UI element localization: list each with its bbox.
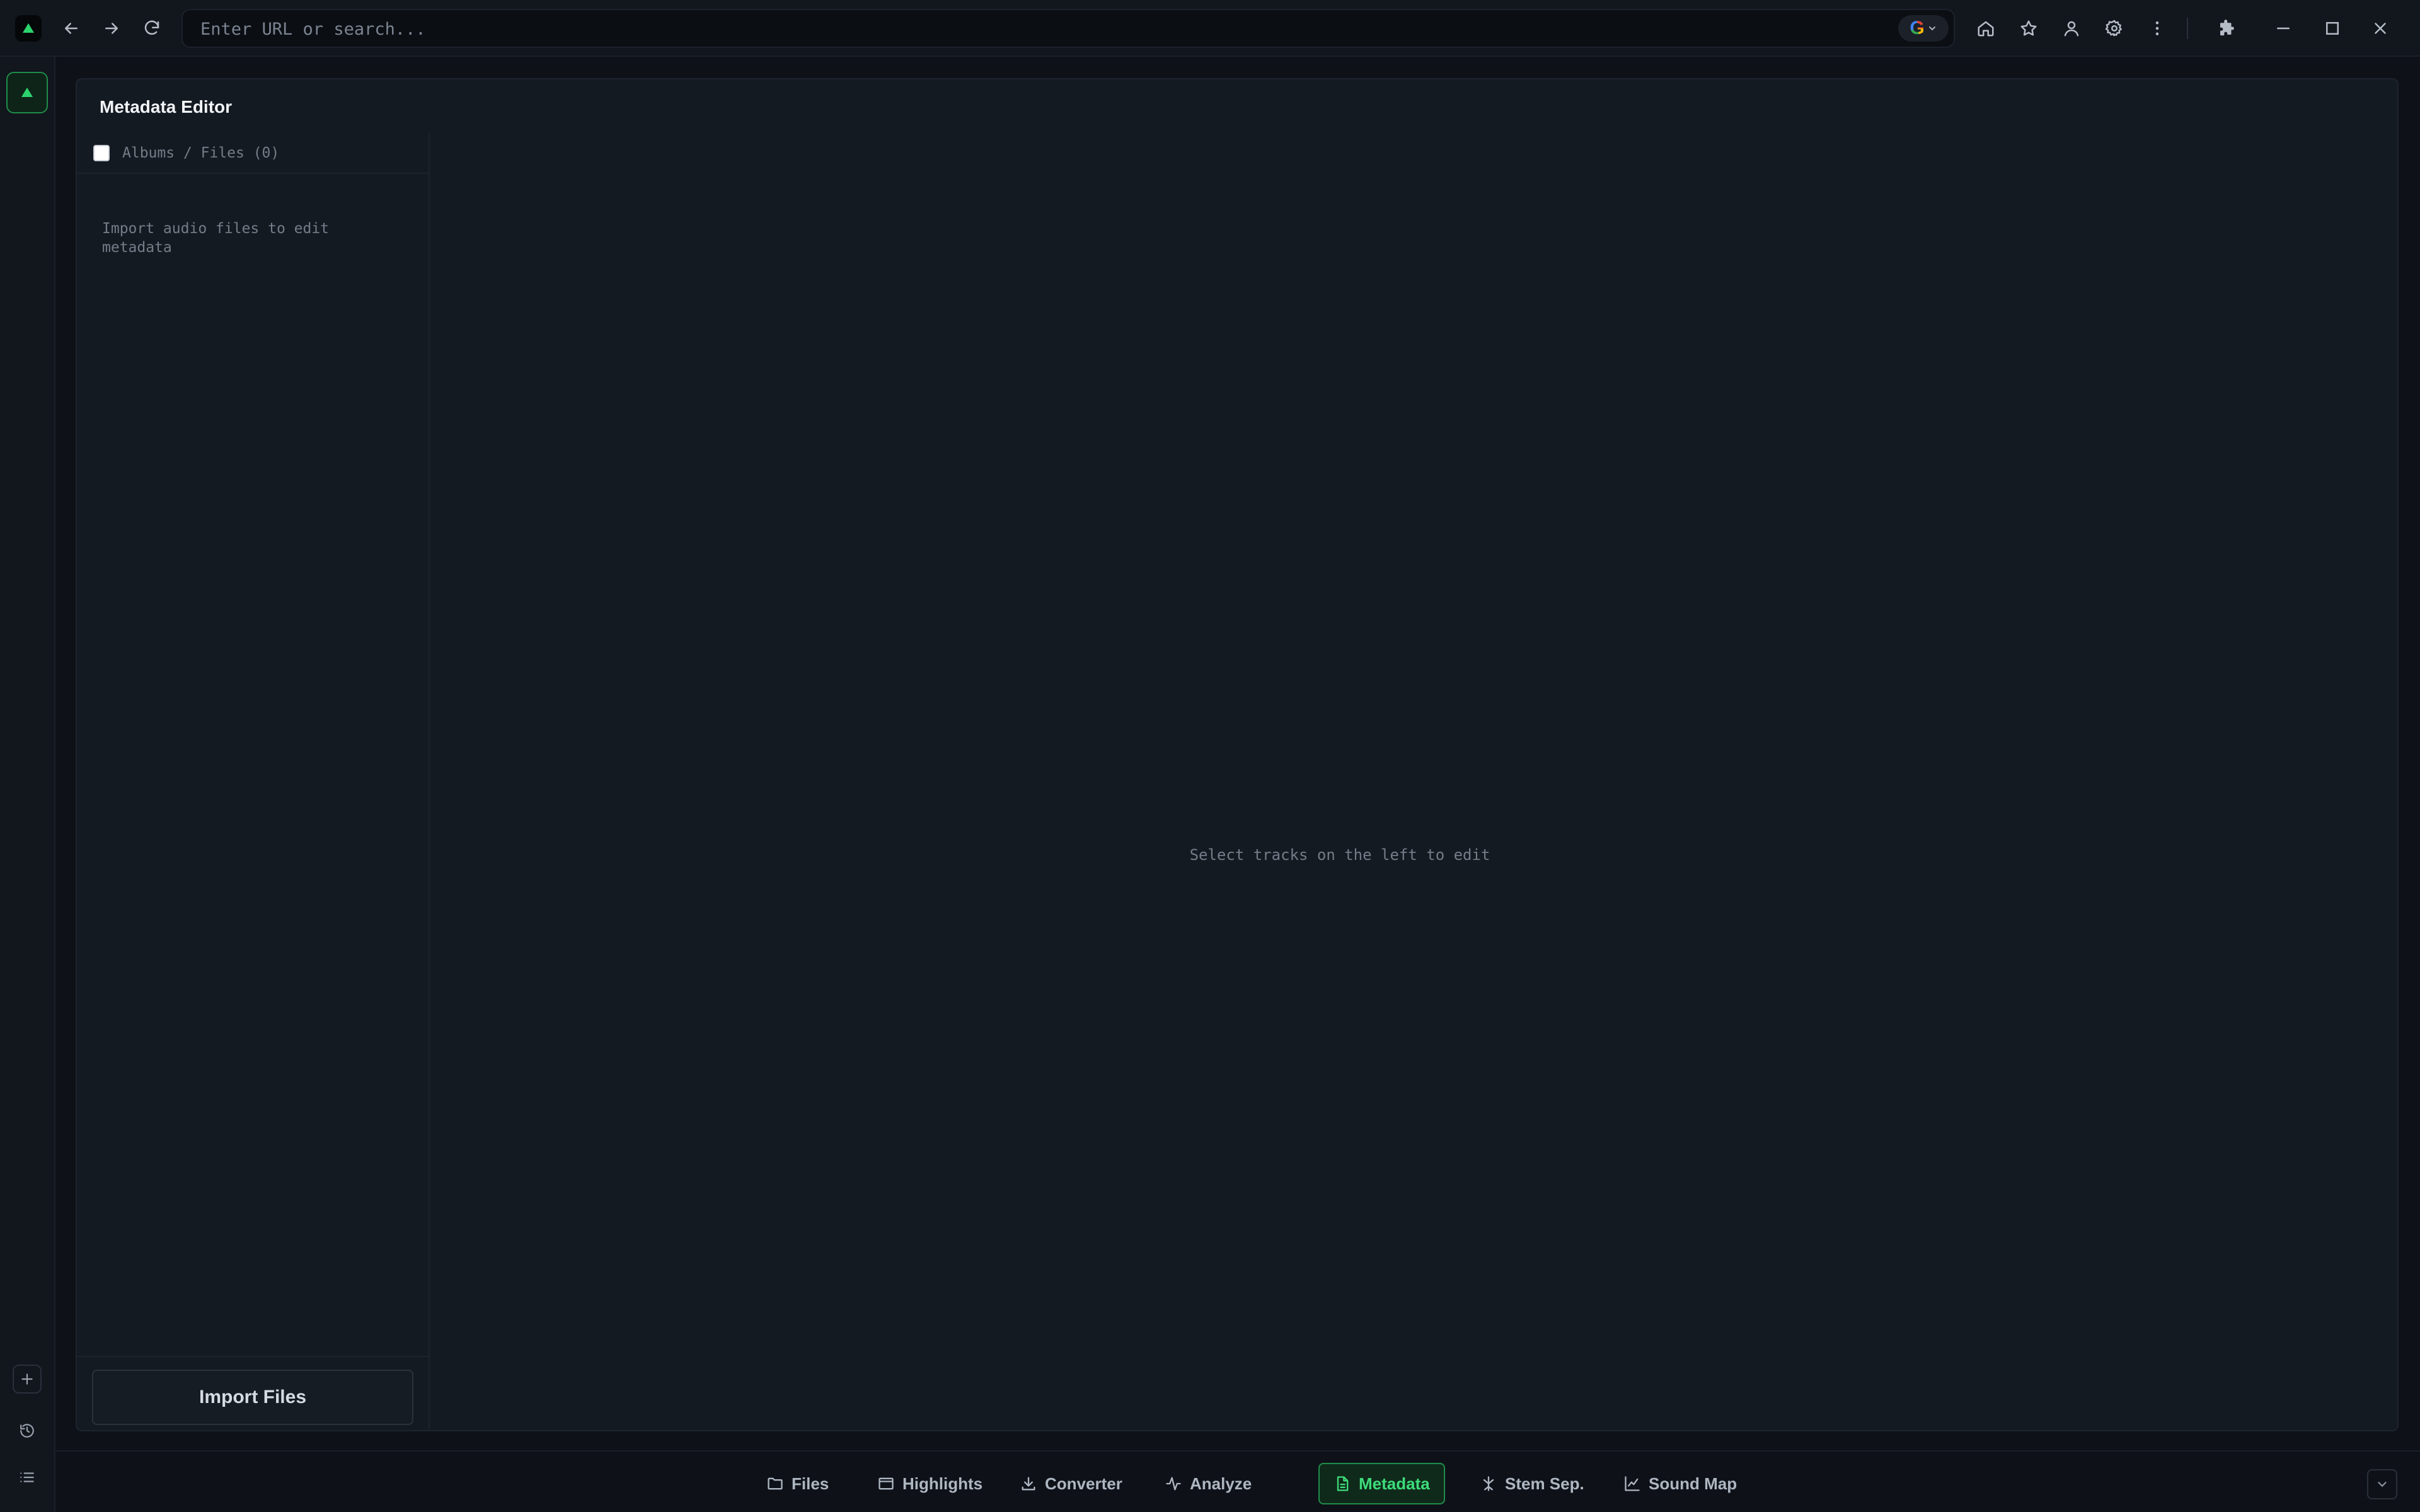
chevron-down-icon — [2378, 1482, 2387, 1487]
home-button[interactable] — [1971, 14, 2000, 43]
arrow-left-icon — [65, 23, 78, 34]
url-input[interactable] — [199, 15, 1876, 43]
arrow-right-icon — [105, 23, 118, 34]
tab-files[interactable]: Files — [752, 1463, 843, 1504]
list-button[interactable] — [13, 1463, 42, 1492]
select-all-checkbox[interactable] — [93, 145, 110, 161]
close-window-button[interactable] — [2366, 14, 2395, 43]
back-button[interactable] — [57, 14, 86, 43]
maximize-icon — [2326, 22, 2339, 35]
puzzle-icon — [2220, 20, 2234, 36]
minimize-button[interactable] — [2269, 14, 2298, 43]
file-list-footer: Import Files — [77, 1356, 429, 1431]
search-engine-selector[interactable]: G — [1898, 15, 1949, 42]
tab-label: Sound Map — [1649, 1474, 1737, 1493]
chart-icon — [1625, 1476, 1640, 1491]
tab-label: Highlights — [902, 1474, 983, 1493]
history-icon — [20, 1424, 34, 1438]
split-icon — [1483, 1476, 1494, 1491]
tab-label: Stem Sep. — [1505, 1474, 1584, 1493]
profile-button[interactable] — [2057, 14, 2086, 43]
file-list-column: Albums / Files (0) Import audio files to… — [77, 134, 430, 1431]
bottom-tab-bar: Files Highlights Converter Analyze Metad… — [55, 1450, 2420, 1512]
bookmark-button[interactable] — [2014, 14, 2043, 43]
history-button[interactable] — [13, 1416, 42, 1445]
metadata-editor-panel: Metadata Editor Albums / Files (0) Impor… — [76, 78, 2399, 1431]
user-icon — [2064, 21, 2079, 37]
reload-button[interactable] — [137, 14, 166, 43]
star-icon — [2020, 20, 2037, 36]
more-menu-button[interactable] — [2143, 14, 2172, 43]
close-icon — [2375, 23, 2386, 34]
collapse-bar-button[interactable] — [2367, 1469, 2397, 1499]
file-list-header: Albums / Files (0) — [77, 134, 429, 174]
tab-converter[interactable]: Converter — [1006, 1463, 1136, 1504]
app-tile[interactable] — [6, 72, 48, 113]
file-list-label: Albums / Files (0) — [122, 145, 280, 161]
url-bar: G — [182, 9, 1955, 48]
list-icon — [20, 1472, 34, 1482]
add-tab-button[interactable] — [13, 1365, 42, 1394]
page-title: Metadata Editor — [100, 97, 233, 117]
tab-stem-separation[interactable]: Stem Sep. — [1466, 1463, 1598, 1504]
tab-label: Files — [792, 1474, 829, 1493]
tab-label: Analyze — [1190, 1474, 1252, 1493]
google-icon: G — [1910, 18, 1925, 38]
left-rail — [0, 57, 55, 1512]
forward-button[interactable] — [97, 14, 126, 43]
activity-icon — [1166, 1477, 1181, 1491]
plus-icon — [21, 1373, 33, 1385]
editor-area: Select tracks on the left to edit — [431, 134, 2397, 1431]
tab-label: Converter — [1045, 1474, 1122, 1493]
app-logo[interactable] — [15, 15, 42, 42]
gear-icon — [2105, 20, 2123, 37]
folder-icon — [768, 1477, 783, 1490]
download-icon — [1022, 1477, 1035, 1491]
logo-icon — [21, 88, 33, 97]
highlights-icon — [879, 1477, 894, 1490]
tab-label: Metadata — [1359, 1474, 1430, 1493]
minimize-icon — [2277, 27, 2290, 30]
chevron-down-icon — [1928, 26, 1935, 31]
editor-empty-message: Select tracks on the left to edit — [1189, 846, 1490, 864]
top-bar: G — [0, 0, 2420, 57]
tab-metadata[interactable]: Metadata — [1318, 1463, 1445, 1504]
reload-icon — [144, 20, 159, 35]
document-icon — [1337, 1476, 1349, 1491]
tab-highlights[interactable]: Highlights — [863, 1463, 996, 1504]
toolbar-divider — [2187, 18, 2188, 39]
import-files-button[interactable]: Import Files — [92, 1370, 413, 1425]
maximize-button[interactable] — [2318, 14, 2347, 43]
more-vertical-icon — [2155, 21, 2159, 35]
settings-button[interactable] — [2100, 14, 2129, 43]
home-icon — [1978, 21, 1994, 37]
tab-analyze[interactable]: Analyze — [1151, 1463, 1265, 1504]
extensions-button[interactable] — [2212, 14, 2241, 43]
file-list-empty-message: Import audio files to edit metadata — [102, 220, 330, 256]
tab-sound-map[interactable]: Sound Map — [1610, 1463, 1751, 1504]
